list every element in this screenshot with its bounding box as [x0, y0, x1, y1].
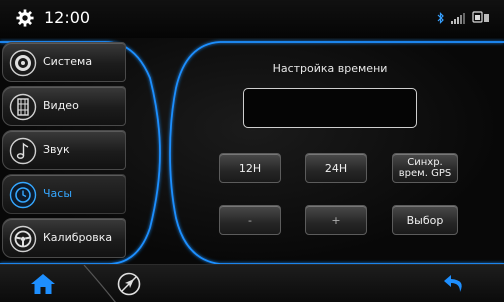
- settings-menu: Система Видео Звук Часы Калибровка: [0, 42, 140, 264]
- menu-item-sound[interactable]: Звук: [2, 130, 126, 170]
- gps-sync-line2: врем. GPS: [398, 168, 452, 179]
- menu-label: Система: [43, 55, 93, 68]
- battery-icon: [472, 11, 489, 23]
- menu-label: Звук: [43, 143, 70, 156]
- 12h-button[interactable]: 12H: [219, 153, 281, 183]
- time-display: [243, 88, 417, 128]
- music-note-icon: [9, 137, 37, 165]
- menu-item-video[interactable]: Видео: [2, 86, 126, 126]
- menu-item-system[interactable]: Система: [2, 42, 126, 82]
- system-gear-icon: [9, 49, 37, 77]
- home-icon[interactable]: [30, 273, 56, 295]
- status-bar: 12:00: [0, 0, 504, 38]
- menu-item-calibration[interactable]: Калибровка: [2, 218, 126, 258]
- steering-wheel-icon: [9, 225, 37, 253]
- clock-time: 12:00: [44, 8, 91, 27]
- gps-sync-button[interactable]: Синхр. врем. GPS: [392, 153, 458, 183]
- clock-icon: [9, 181, 37, 209]
- back-icon[interactable]: [442, 272, 468, 296]
- plus-button[interactable]: +: [305, 205, 367, 235]
- page-title: Настройка времени: [272, 62, 388, 75]
- 24h-button[interactable]: 24H: [305, 153, 367, 183]
- menu-item-clock[interactable]: Часы: [2, 174, 126, 214]
- menu-label: Калибровка: [43, 231, 113, 244]
- film-icon: [9, 93, 37, 121]
- navigation-icon[interactable]: [117, 272, 141, 296]
- bottom-bar: [0, 264, 504, 302]
- gps-sync-line1: Синхр.: [407, 157, 443, 168]
- minus-button[interactable]: -: [219, 205, 281, 235]
- signal-strength-icon: [451, 13, 465, 24]
- settings-gear-icon[interactable]: [16, 9, 34, 27]
- menu-label: Часы: [43, 187, 73, 200]
- bottom-divider: [83, 265, 116, 302]
- bluetooth-icon: [437, 12, 444, 24]
- menu-label: Видео: [43, 99, 79, 112]
- select-button[interactable]: Выбор: [392, 205, 458, 235]
